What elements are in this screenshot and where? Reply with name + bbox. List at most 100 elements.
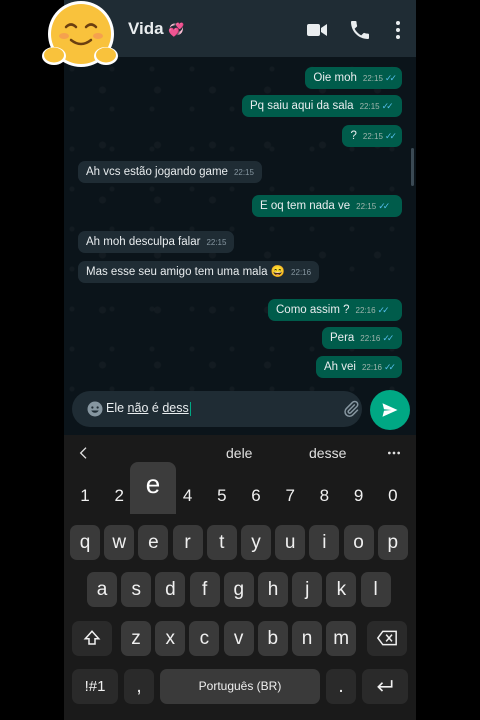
outgoing-message[interactable]: ? 22:15 ✓✓ <box>342 125 402 147</box>
key-f[interactable]: f <box>189 572 220 607</box>
heart-emoji-icon: 💞 <box>168 22 185 37</box>
composer-bar: Ele não é dess <box>64 385 416 433</box>
key-s[interactable]: s <box>121 572 152 607</box>
hugging-face-sticker[interactable] <box>40 0 122 72</box>
message-time: 22:15 <box>233 168 254 177</box>
attach-icon[interactable] <box>342 400 360 418</box>
key-x[interactable]: x <box>155 621 186 656</box>
key-u[interactable]: u <box>275 525 306 560</box>
key-n[interactable]: n <box>292 621 322 656</box>
read-receipt-icon: ✓✓ <box>384 73 397 83</box>
key-p[interactable]: p <box>377 525 408 560</box>
suggestion-bar: dele desse <box>64 435 416 471</box>
read-receipt-icon: ✓✓ <box>384 362 396 372</box>
outgoing-message[interactable]: Ah vei 22:16 ✓✓ <box>316 356 402 378</box>
message-time: 22:15 <box>206 238 227 247</box>
chat-area[interactable]: Oie moh 22:15 ✓✓ Pq saiu aqui da sala 22:15 ✓… <box>64 57 416 395</box>
phone-call-icon[interactable] <box>348 18 372 42</box>
backspace-icon <box>376 630 397 646</box>
key-preview-popup: e <box>130 462 176 514</box>
space-key[interactable]: Português (BR) <box>160 669 320 704</box>
contact-name-text: Vida <box>128 19 164 38</box>
enter-icon <box>377 680 393 692</box>
key-7[interactable]: 7 <box>275 481 305 511</box>
message-time: 22:15 <box>362 74 383 83</box>
send-icon <box>382 403 398 417</box>
video-call-icon[interactable] <box>305 18 329 42</box>
key-w[interactable]: w <box>104 525 135 560</box>
outgoing-message[interactable]: E oq tem nada ve 22:15 ✓✓ <box>252 195 402 217</box>
send-button[interactable] <box>370 390 410 430</box>
key-h[interactable]: h <box>258 572 288 607</box>
key-y[interactable]: y <box>241 525 271 560</box>
key-v[interactable]: v <box>223 621 254 656</box>
message-time: 22:15 <box>362 132 383 141</box>
key-z[interactable]: z <box>121 621 151 656</box>
incoming-message[interactable]: Ah moh desculpa falar 22:15 <box>78 231 235 253</box>
message-text: Ah moh desculpa falar <box>86 236 201 248</box>
outgoing-message[interactable]: Oie moh 22:15 ✓✓ <box>305 67 402 89</box>
phone-screen: Vida 💞 Oie moh 22:15 ✓✓ Pq saiu aqui da sal… <box>64 0 416 720</box>
enter-key[interactable] <box>362 669 408 704</box>
message-text: Oie moh <box>313 72 357 84</box>
message-time: 22:15 <box>356 202 377 211</box>
read-receipt-icon: ✓✓ <box>381 101 394 111</box>
key-8[interactable]: 8 <box>309 481 339 511</box>
incoming-message[interactable]: Mas esse seu amigo tem uma mala 😄 22:16 <box>78 261 320 283</box>
key-d[interactable]: d <box>155 572 186 607</box>
emoji-icon[interactable] <box>86 400 104 418</box>
backspace-key[interactable] <box>367 621 407 656</box>
outgoing-message[interactable]: Pq saiu aqui da sala 22:15 ✓✓ <box>242 95 402 117</box>
read-receipt-icon: ✓✓ <box>384 131 397 141</box>
message-text: ? <box>350 130 357 142</box>
key-1[interactable]: 1 <box>70 481 100 511</box>
key-k[interactable]: k <box>326 572 357 607</box>
key-t[interactable]: t <box>206 525 237 560</box>
key-r[interactable]: r <box>172 525 203 560</box>
key-e[interactable]: e <box>138 525 169 560</box>
key-b[interactable]: b <box>257 621 288 656</box>
key-4[interactable]: 4 <box>173 481 203 511</box>
more-suggestions-icon[interactable] <box>386 445 402 461</box>
message-text: Pq saiu aqui da sala <box>250 100 354 112</box>
input-text: Ele não é dess <box>106 401 191 416</box>
input-text-part: é <box>148 401 163 415</box>
key-9[interactable]: 9 <box>344 481 374 511</box>
comma-key[interactable]: , <box>124 669 154 704</box>
key-m[interactable]: m <box>326 621 357 656</box>
message-time: 22:16 <box>360 334 381 343</box>
suggestion-2[interactable]: desse <box>309 445 346 461</box>
key-q[interactable]: q <box>70 525 100 560</box>
key-l[interactable]: l <box>360 572 391 607</box>
outgoing-message[interactable]: Pera 22:16 ✓✓ <box>322 327 402 349</box>
chevron-left-icon[interactable] <box>76 445 92 461</box>
key-0[interactable]: 0 <box>378 481 408 511</box>
key-6[interactable]: 6 <box>241 481 271 511</box>
text-caret <box>189 401 191 416</box>
message-text: Ah vcs estão jogando game <box>86 166 228 178</box>
shift-key[interactable] <box>72 621 112 656</box>
message-time: 22:16 <box>291 268 312 277</box>
input-text-part: não <box>127 401 149 415</box>
key-j[interactable]: j <box>292 572 323 607</box>
message-text: Ah vei <box>324 361 356 373</box>
symbols-key[interactable]: !#1 <box>72 669 118 704</box>
contact-name[interactable]: Vida 💞 <box>128 19 185 39</box>
outgoing-message[interactable]: Como assim ? 22:16 ✓✓ <box>268 299 402 321</box>
key-5[interactable]: 5 <box>207 481 237 511</box>
more-options-icon[interactable] <box>386 18 410 42</box>
key-g[interactable]: g <box>223 572 254 607</box>
message-input[interactable]: Ele não é dess <box>72 391 362 427</box>
input-text-part: dess <box>162 401 189 415</box>
keyboard: dele desse 1234567890qwertyuiopasdfghjkl… <box>64 435 416 720</box>
message-text: Pera <box>330 332 355 344</box>
key-c[interactable]: c <box>189 621 220 656</box>
key-i[interactable]: i <box>309 525 340 560</box>
scrollbar-thumb[interactable] <box>411 148 414 186</box>
read-receipt-icon: ✓✓ <box>377 305 390 315</box>
suggestion-1[interactable]: dele <box>226 445 252 461</box>
key-a[interactable]: a <box>87 572 117 607</box>
period-key[interactable]: . <box>326 669 356 704</box>
key-o[interactable]: o <box>343 525 374 560</box>
incoming-message[interactable]: Ah vcs estão jogando game 22:15 <box>78 161 262 183</box>
